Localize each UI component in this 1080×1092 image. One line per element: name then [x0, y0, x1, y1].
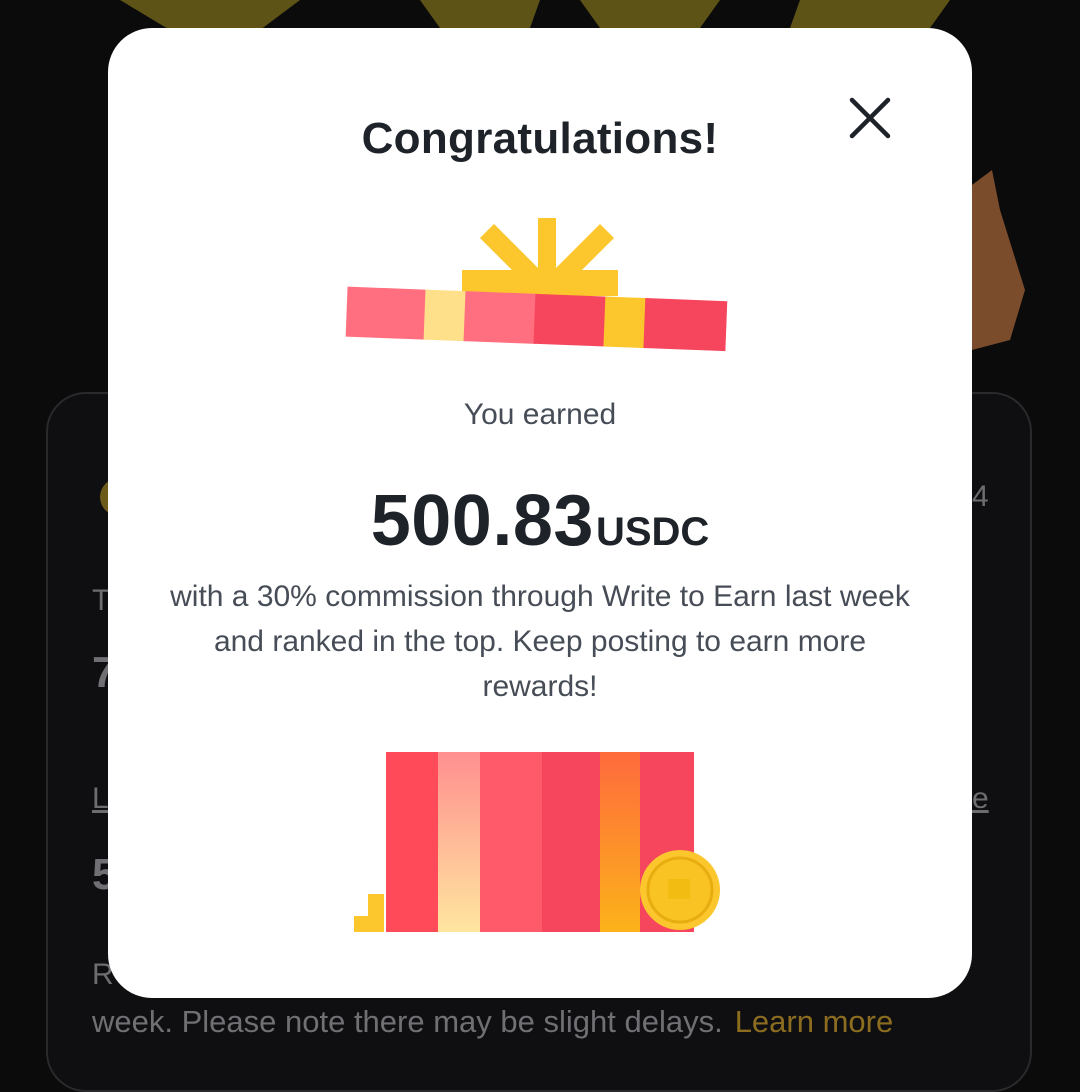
earned-label: You earned — [463, 398, 617, 431]
footer-note: week. Please note there may be slight de… — [92, 1004, 723, 1039]
earned-amount: 500.83USDC — [108, 480, 972, 562]
amount-value: 500.83 — [370, 481, 594, 561]
background-link-fragment: e — [972, 782, 989, 815]
reward-dialog: Congratulations! You earned 500.83USDC w… — [108, 28, 972, 998]
gift-lid-icon — [345, 218, 728, 352]
learn-more-link[interactable]: Learn more — [735, 1004, 894, 1039]
amount-unit: USDC — [595, 510, 710, 554]
reward-message: with a 30% commission through Write to E… — [170, 580, 910, 703]
close-button[interactable] — [842, 90, 898, 146]
gift-box-icon — [354, 752, 720, 932]
background-footer: week. Please note there may be slight de… — [92, 1004, 893, 1040]
background-text-fragment: 4 — [972, 480, 989, 513]
background-link-fragment: L — [92, 782, 109, 815]
close-icon — [849, 97, 891, 139]
